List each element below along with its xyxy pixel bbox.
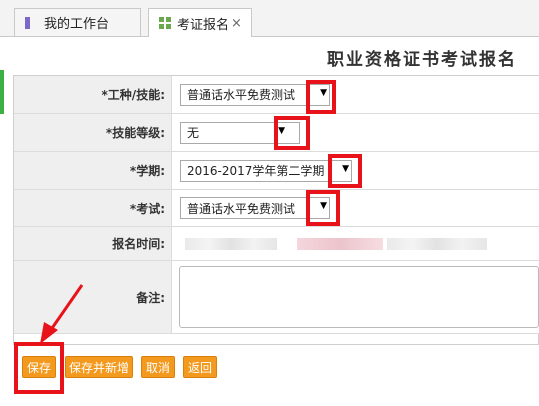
annotation-arrow-icon [40,284,84,344]
